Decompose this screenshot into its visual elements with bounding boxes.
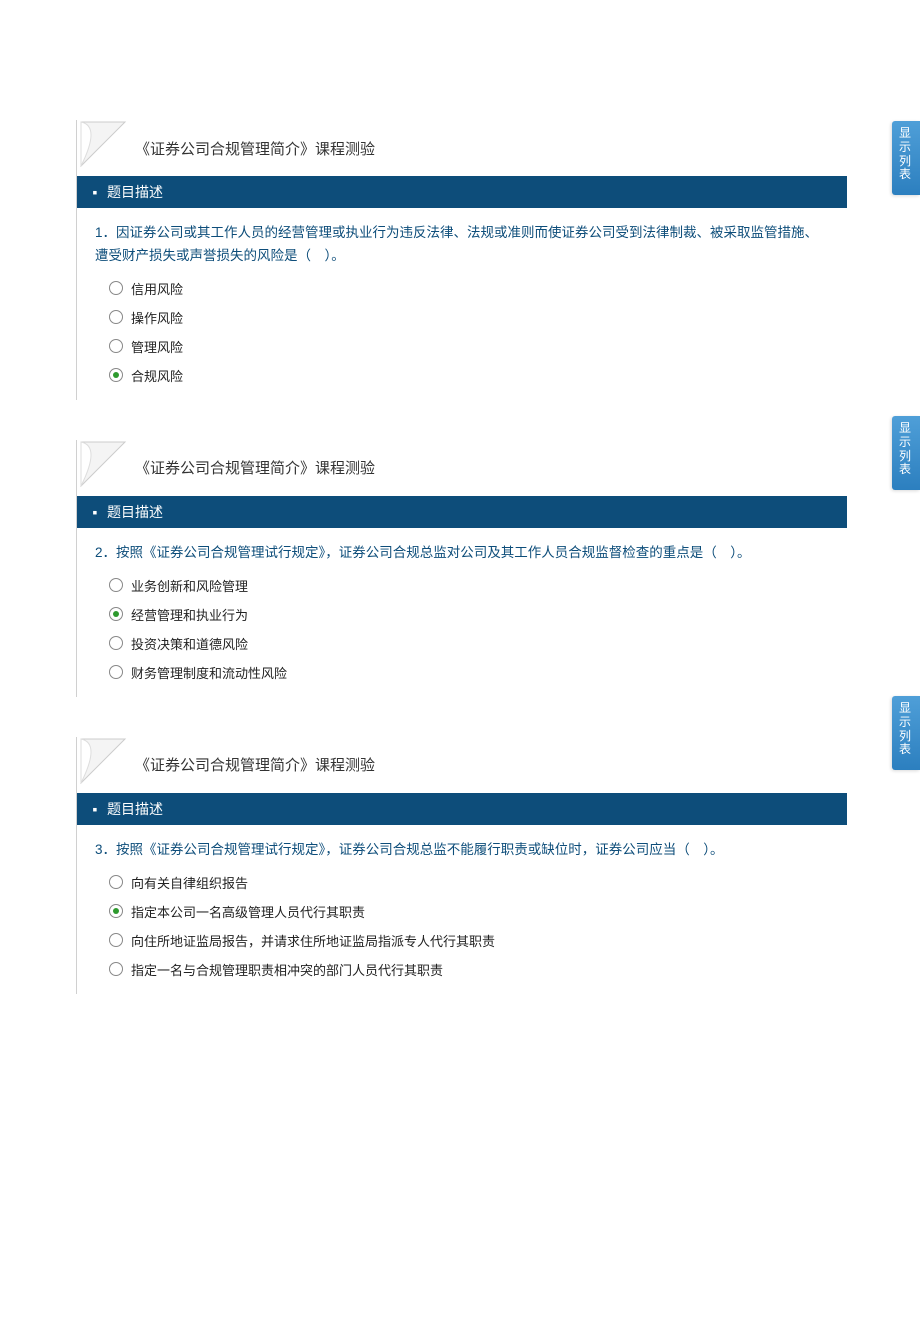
option-row[interactable]: 投资决策和道德风险 (95, 629, 829, 658)
page-curl-icon (79, 737, 127, 785)
radio-icon (109, 368, 123, 382)
option-row[interactable]: 向有关自律组织报告 (95, 868, 829, 897)
quiz-block: 《证券公司合规管理简介》课程测验 ▪ 题目描述 1．因证券公司或其工作人员的经营… (76, 120, 847, 400)
quiz-header: 《证券公司合规管理简介》课程测验 (77, 737, 847, 793)
question-body: 3．按照《证券公司合规管理试行规定》，证券公司合规总监不能履行职责或缺位时，证券… (77, 825, 847, 994)
question-desc-bar: ▪ 题目描述 (77, 496, 847, 528)
radio-icon (109, 875, 123, 889)
bullet-icon: ▪ (89, 801, 101, 817)
question-text: 2．按照《证券公司合规管理试行规定》，证券公司合规总监对公司及其工作人员合规监督… (95, 542, 829, 565)
show-list-tab-3[interactable]: 显示列表 (892, 696, 920, 770)
option-label: 投资决策和道德风险 (131, 634, 248, 653)
page: 显示列表 显示列表 显示列表 《证券公司合规管理简介》课程测验 ▪ 题目描述 1… (0, 0, 920, 1334)
option-row[interactable]: 管理风险 (95, 332, 829, 361)
option-row[interactable]: 经营管理和执业行为 (95, 600, 829, 629)
option-row[interactable]: 财务管理制度和流动性风险 (95, 658, 829, 687)
option-label: 指定本公司一名高级管理人员代行其职责 (131, 902, 365, 921)
bullet-icon: ▪ (89, 184, 101, 200)
radio-icon (109, 607, 123, 621)
option-row[interactable]: 指定本公司一名高级管理人员代行其职责 (95, 897, 829, 926)
radio-icon (109, 665, 123, 679)
side-tab-label: 显示列表 (894, 422, 918, 477)
radio-icon (109, 578, 123, 592)
desc-header-label: 题目描述 (107, 502, 163, 522)
option-row[interactable]: 向住所地证监局报告，并请求住所地证监局指派专人代行其职责 (95, 926, 829, 955)
desc-header-label: 题目描述 (107, 182, 163, 202)
page-curl-icon (79, 440, 127, 488)
quiz-title: 《证券公司合规管理简介》课程测验 (135, 754, 375, 775)
radio-icon (109, 904, 123, 918)
option-row[interactable]: 操作风险 (95, 303, 829, 332)
question-stem: 按照《证券公司合规管理试行规定》，证券公司合规总监不能履行职责或缺位时，证券公司… (116, 842, 724, 857)
quiz-title: 《证券公司合规管理简介》课程测验 (135, 457, 375, 478)
show-list-tab-1[interactable]: 显示列表 (892, 121, 920, 195)
option-label: 向住所地证监局报告，并请求住所地证监局指派专人代行其职责 (131, 931, 495, 950)
question-desc-bar: ▪ 题目描述 (77, 176, 847, 208)
option-label: 管理风险 (131, 337, 183, 356)
radio-icon (109, 339, 123, 353)
option-label: 信用风险 (131, 279, 183, 298)
radio-icon (109, 636, 123, 650)
question-desc-bar: ▪ 题目描述 (77, 793, 847, 825)
quiz-block: 《证券公司合规管理简介》课程测验 ▪ 题目描述 2．按照《证券公司合规管理试行规… (76, 440, 847, 697)
quiz-header: 《证券公司合规管理简介》课程测验 (77, 120, 847, 176)
side-tab-label: 显示列表 (894, 127, 918, 182)
option-label: 操作风险 (131, 308, 183, 327)
question-stem: 按照《证券公司合规管理试行规定》，证券公司合规总监对公司及其工作人员合规监督检查… (116, 545, 751, 560)
quiz-block: 《证券公司合规管理简介》课程测验 ▪ 题目描述 3．按照《证券公司合规管理试行规… (76, 737, 847, 994)
question-body: 2．按照《证券公司合规管理试行规定》，证券公司合规总监对公司及其工作人员合规监督… (77, 528, 847, 697)
radio-icon (109, 933, 123, 947)
radio-icon (109, 310, 123, 324)
option-row[interactable]: 业务创新和风险管理 (95, 571, 829, 600)
question-number: 2． (95, 545, 116, 560)
option-row[interactable]: 信用风险 (95, 274, 829, 303)
option-label: 业务创新和风险管理 (131, 576, 248, 595)
option-label: 经营管理和执业行为 (131, 605, 248, 624)
question-text: 1．因证券公司或其工作人员的经营管理或执业行为违反法律、法规或准则而使证券公司受… (95, 222, 829, 268)
options-list: 业务创新和风险管理 经营管理和执业行为 投资决策和道德风险 财务管理制度和流动性… (95, 571, 829, 687)
option-label: 向有关自律组织报告 (131, 873, 248, 892)
quiz-header: 《证券公司合规管理简介》课程测验 (77, 440, 847, 496)
radio-icon (109, 281, 123, 295)
side-tab-label: 显示列表 (894, 702, 918, 757)
options-list: 向有关自律组织报告 指定本公司一名高级管理人员代行其职责 向住所地证监局报告，并… (95, 868, 829, 984)
question-body: 1．因证券公司或其工作人员的经营管理或执业行为违反法律、法规或准则而使证券公司受… (77, 208, 847, 400)
option-row[interactable]: 合规风险 (95, 361, 829, 390)
quiz-title: 《证券公司合规管理简介》课程测验 (135, 138, 375, 159)
question-number: 3． (95, 842, 116, 857)
page-curl-icon (79, 120, 127, 168)
option-row[interactable]: 指定一名与合规管理职责相冲突的部门人员代行其职责 (95, 955, 829, 984)
question-stem: 因证券公司或其工作人员的经营管理或执业行为违反法律、法规或准则而使证券公司受到法… (95, 225, 818, 263)
question-text: 3．按照《证券公司合规管理试行规定》，证券公司合规总监不能履行职责或缺位时，证券… (95, 839, 829, 862)
desc-header-label: 题目描述 (107, 799, 163, 819)
options-list: 信用风险 操作风险 管理风险 合规风险 (95, 274, 829, 390)
radio-icon (109, 962, 123, 976)
option-label: 指定一名与合规管理职责相冲突的部门人员代行其职责 (131, 960, 443, 979)
option-label: 财务管理制度和流动性风险 (131, 663, 287, 682)
show-list-tab-2[interactable]: 显示列表 (892, 416, 920, 490)
bullet-icon: ▪ (89, 504, 101, 520)
question-number: 1． (95, 225, 116, 240)
option-label: 合规风险 (131, 366, 183, 385)
